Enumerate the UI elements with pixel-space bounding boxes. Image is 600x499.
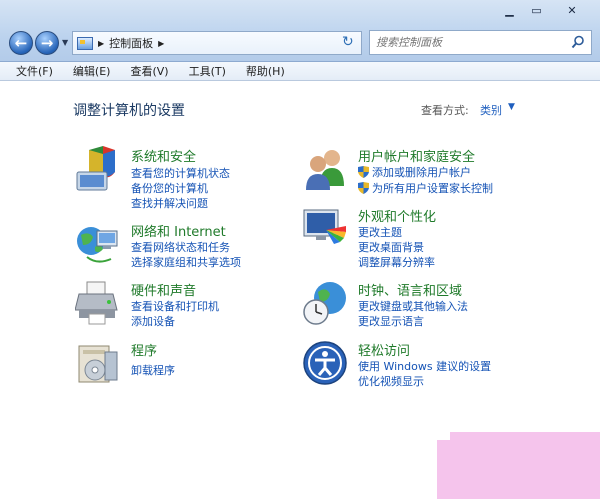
link-change-input-method[interactable]: 更改键盘或其他输入法 bbox=[358, 298, 468, 314]
forward-button[interactable]: → bbox=[35, 31, 59, 55]
breadcrumb-separator-icon[interactable]: ▶ bbox=[98, 39, 104, 48]
category-title-clock-language-region[interactable]: 时钟、语言和区域 bbox=[358, 280, 462, 299]
category-clock-language-region: 时钟、语言和区域 更改键盘或其他输入法 更改显示语言 bbox=[302, 280, 542, 330]
minimize-button[interactable]: ▁ bbox=[496, 2, 523, 19]
back-button[interactable]: ← bbox=[9, 31, 33, 55]
link-change-display-language[interactable]: 更改显示语言 bbox=[358, 313, 424, 329]
recent-pages-dropdown[interactable]: ▼ bbox=[62, 38, 68, 47]
category-hardware-sound: 硬件和声音 查看设备和打印机 添加设备 bbox=[75, 280, 305, 330]
link-change-desktop-background[interactable]: 更改桌面背景 bbox=[358, 239, 424, 255]
category-title-system-security[interactable]: 系统和安全 bbox=[131, 146, 196, 165]
ease-of-access-icon[interactable] bbox=[302, 340, 348, 386]
link-add-remove-accounts-text: 添加或删除用户帐户 bbox=[372, 166, 471, 179]
uac-shield-icon bbox=[358, 182, 369, 194]
view-by-selector[interactable]: 类别 bbox=[480, 102, 502, 118]
search-icon[interactable] bbox=[571, 35, 585, 49]
close-button[interactable]: ✕ bbox=[550, 2, 594, 19]
link-devices-printers[interactable]: 查看设备和打印机 bbox=[131, 298, 219, 314]
category-appearance: 外观和个性化 更改主题 更改桌面背景 调整屏幕分辨率 bbox=[302, 206, 542, 272]
users-icon[interactable] bbox=[302, 146, 348, 192]
link-parental-controls-text: 为所有用户设置家长控制 bbox=[372, 182, 493, 195]
shield-security-icon[interactable] bbox=[75, 146, 121, 192]
category-system-security: 系统和安全 查看您的计算机状态 备份您的计算机 查找并解决问题 bbox=[75, 146, 305, 212]
link-windows-suggested-settings[interactable]: 使用 Windows 建议的设置 bbox=[358, 358, 491, 374]
menu-view[interactable]: 查看(V) bbox=[120, 63, 178, 79]
link-find-fix-problems[interactable]: 查找并解决问题 bbox=[131, 195, 208, 211]
category-title-network-internet[interactable]: 网络和 Internet bbox=[131, 221, 226, 240]
link-parental-controls[interactable]: 为所有用户设置家长控制 bbox=[358, 180, 493, 196]
view-by-label: 查看方式: bbox=[421, 104, 469, 117]
window-controls: ▁ ▭ ✕ bbox=[496, 2, 594, 19]
arrow-left-icon: ← bbox=[14, 34, 28, 52]
category-title-hardware-sound[interactable]: 硬件和声音 bbox=[131, 280, 196, 299]
link-view-computer-status[interactable]: 查看您的计算机状态 bbox=[131, 165, 230, 181]
breadcrumb-control-panel[interactable]: 控制面板 bbox=[109, 35, 153, 51]
maximize-button[interactable]: ▭ bbox=[523, 2, 550, 19]
breadcrumb-chevron-icon[interactable]: ▶ bbox=[158, 39, 164, 48]
view-by-dropdown-icon[interactable]: ▼ bbox=[508, 102, 515, 112]
category-ease-of-access: 轻松访问 使用 Windows 建议的设置 优化视频显示 bbox=[302, 340, 542, 390]
printer-icon[interactable] bbox=[75, 280, 121, 326]
link-homegroup-sharing[interactable]: 选择家庭组和共享选项 bbox=[131, 254, 241, 270]
search-input[interactable] bbox=[376, 36, 561, 49]
page-title: 调整计算机的设置 bbox=[73, 103, 185, 119]
link-add-remove-accounts[interactable]: 添加或删除用户帐户 bbox=[358, 164, 471, 180]
category-title-user-accounts[interactable]: 用户帐户和家庭安全 bbox=[358, 146, 475, 165]
link-backup-computer[interactable]: 备份您的计算机 bbox=[131, 180, 208, 196]
category-title-programs[interactable]: 程序 bbox=[131, 340, 157, 359]
network-globe-icon[interactable] bbox=[75, 221, 121, 267]
title-bar: ▁ ▭ ✕ ← → ▼ ▶ 控制面板 ▶ ▽ ↻ bbox=[0, 0, 600, 62]
link-add-device[interactable]: 添加设备 bbox=[131, 313, 175, 329]
pink-corner-block-edge bbox=[437, 440, 451, 499]
category-network-internet: 网络和 Internet 查看网络状态和任务 选择家庭组和共享选项 bbox=[75, 221, 305, 271]
menu-file[interactable]: 文件(F) bbox=[6, 63, 63, 79]
programs-icon[interactable] bbox=[75, 340, 121, 386]
clock-globe-icon[interactable] bbox=[302, 280, 348, 326]
control-panel-icon bbox=[77, 36, 93, 50]
link-uninstall-program[interactable]: 卸载程序 bbox=[131, 362, 175, 378]
menu-help[interactable]: 帮助(H) bbox=[236, 63, 295, 79]
category-title-ease-of-access[interactable]: 轻松访问 bbox=[358, 340, 410, 359]
pink-corner-block bbox=[450, 432, 600, 499]
category-title-appearance[interactable]: 外观和个性化 bbox=[358, 206, 436, 225]
category-programs: 程序 卸载程序 bbox=[75, 340, 305, 383]
link-change-theme[interactable]: 更改主题 bbox=[358, 224, 402, 240]
link-optimize-video-display[interactable]: 优化视频显示 bbox=[358, 373, 424, 389]
menu-edit[interactable]: 编辑(E) bbox=[63, 63, 121, 79]
address-bar[interactable]: ▶ 控制面板 ▶ ▽ bbox=[72, 31, 398, 55]
link-adjust-resolution[interactable]: 调整屏幕分辨率 bbox=[358, 254, 435, 270]
menu-bar: 文件(F) 编辑(E) 查看(V) 工具(T) 帮助(H) bbox=[0, 62, 600, 81]
link-view-network-status[interactable]: 查看网络状态和任务 bbox=[131, 239, 230, 255]
refresh-icon[interactable]: ↻ bbox=[342, 34, 354, 50]
search-box[interactable] bbox=[369, 30, 592, 55]
category-user-accounts: 用户帐户和家庭安全 添加或删除用户帐户 为所有用户设置家长控制 bbox=[302, 146, 542, 196]
menu-tools[interactable]: 工具(T) bbox=[179, 63, 236, 79]
uac-shield-icon bbox=[358, 166, 369, 178]
appearance-icon[interactable] bbox=[302, 206, 348, 252]
arrow-right-icon: → bbox=[40, 34, 54, 52]
